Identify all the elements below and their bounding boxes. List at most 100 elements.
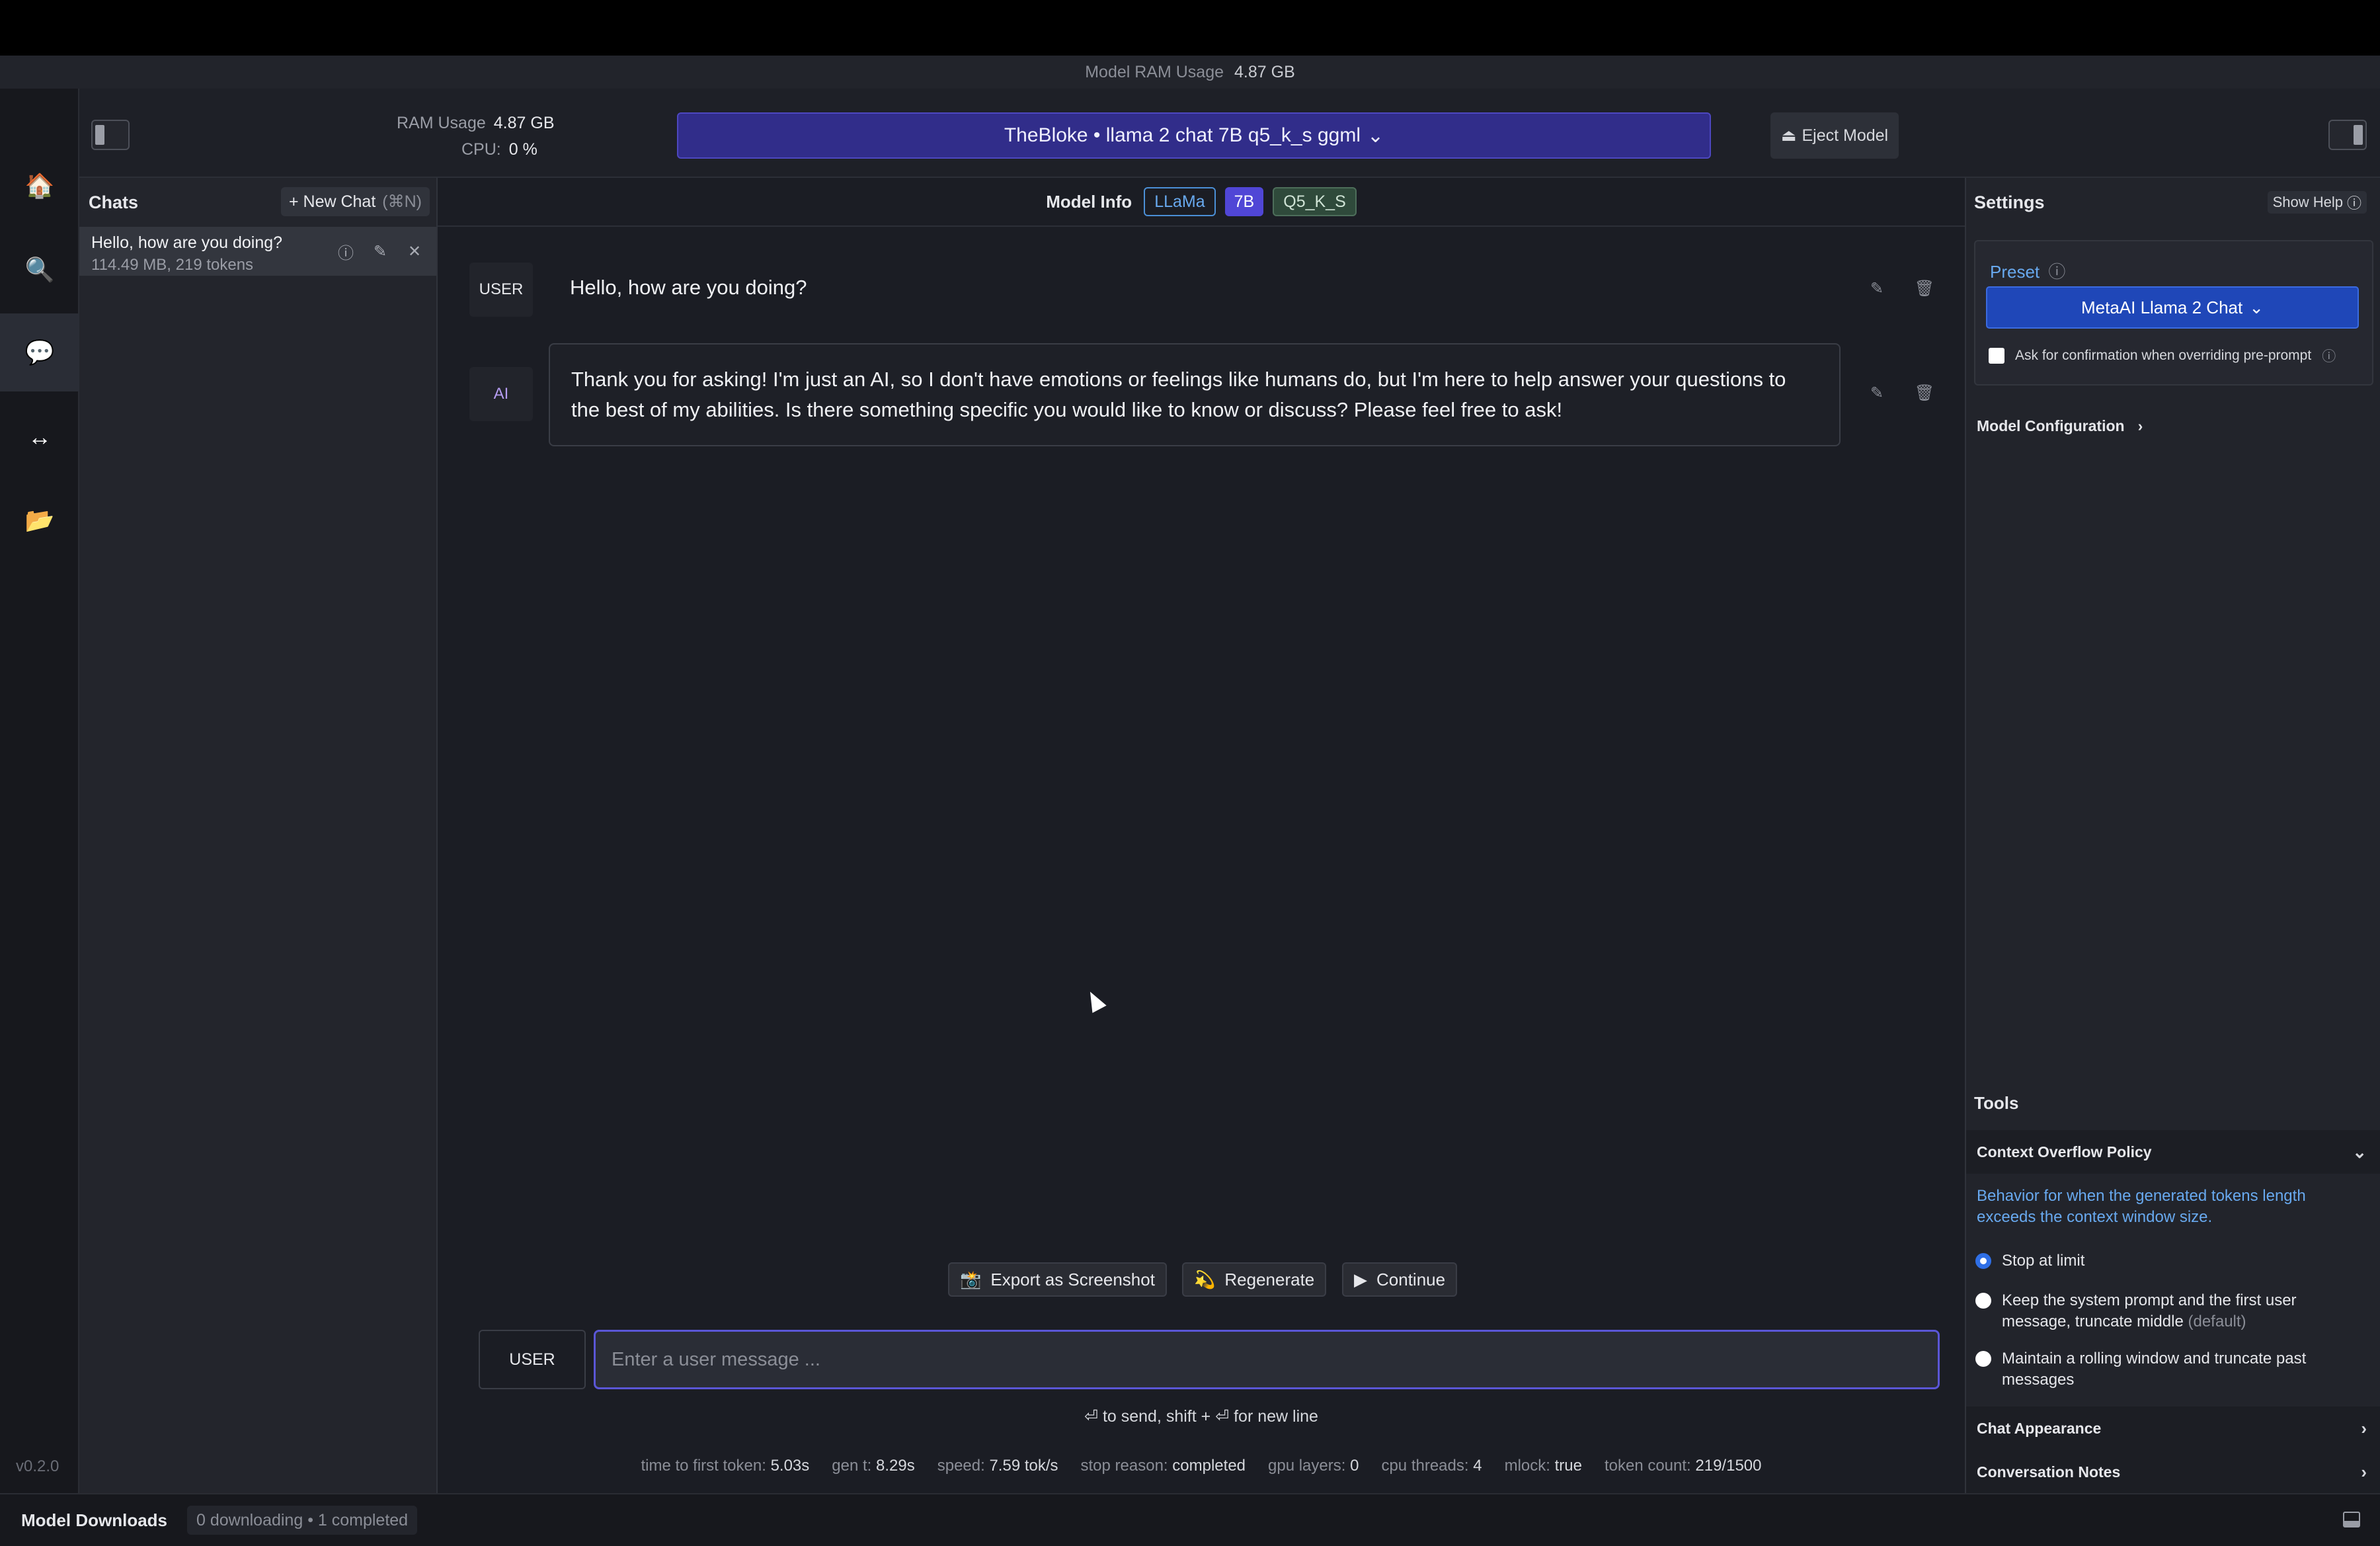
model-ram-label: Model RAM Usage xyxy=(1085,62,1224,81)
chat-appearance-label: Chat Appearance xyxy=(1977,1419,2102,1437)
stat-token-count: token count: 219/1500 xyxy=(1604,1457,1762,1475)
chat-item-meta: 114.49 MB, 219 tokens xyxy=(91,256,254,274)
user-message: Hello, how are you doing? xyxy=(570,276,807,299)
model-arch-tag: LLaMa xyxy=(1144,187,1216,216)
option-label: Keep the system prompt and the first use… xyxy=(2002,1291,2297,1330)
delete-message-icon[interactable]: 🗑 xyxy=(1913,277,1936,300)
ram-usage-label: RAM Usage xyxy=(397,113,486,132)
settings-sidebar: Settings Show Help ⓘ Preset ⓘ MetaAI Lla… xyxy=(1965,178,2380,1494)
stat-gen-time: gen t: 8.29s xyxy=(832,1457,915,1475)
help-icon: ⓘ xyxy=(2346,195,2361,212)
generation-stats: time to first token: 5.03s gen t: 8.29s … xyxy=(438,1457,1965,1475)
window-top-bar xyxy=(0,0,2380,56)
radio-button[interactable] xyxy=(1975,1293,1991,1309)
preset-selector[interactable]: MetaAI Llama 2 Chat ⌄ xyxy=(1986,286,2359,329)
ai-role-label[interactable]: AI xyxy=(469,367,533,421)
model-configuration-section[interactable]: Model Configuration › xyxy=(1966,404,2164,448)
conversation-notes-section[interactable]: Conversation Notes › xyxy=(1966,1450,2380,1494)
chat-icon[interactable]: 💬 xyxy=(0,313,79,391)
folder-icon[interactable]: 📂 xyxy=(0,481,79,559)
home-icon[interactable]: 🏠 xyxy=(0,147,79,225)
preset-label: Preset ⓘ xyxy=(1990,262,2066,282)
stat-mlock: mlock: true xyxy=(1504,1457,1582,1475)
cpu-label: CPU: xyxy=(461,140,501,159)
edit-icon[interactable]: ✎ xyxy=(370,241,390,261)
toggle-left-sidebar-icon[interactable] xyxy=(91,120,130,150)
model-downloads-title: Model Downloads xyxy=(21,1510,167,1530)
user-role-label[interactable]: USER xyxy=(469,263,533,317)
delete-message-icon[interactable]: 🗑 xyxy=(1913,382,1936,404)
export-screenshot-button[interactable]: 📸 Export as Screenshot xyxy=(948,1262,1167,1297)
new-chat-label: + New Chat xyxy=(288,192,376,211)
ai-message: Thank you for asking! I'm just an AI, so… xyxy=(549,343,1841,446)
ram-usage-value: 4.87 GB xyxy=(493,113,555,132)
overflow-option-stop[interactable]: Stop at limit xyxy=(1975,1250,2365,1272)
resource-stats: RAM Usage 4.87 GB CPU: 0 % xyxy=(397,110,595,163)
chat-list-item[interactable]: Hello, how are you doing? 114.49 MB, 219… xyxy=(79,227,436,276)
camera-icon: 📸 xyxy=(960,1269,982,1289)
stat-ttft: time to first token: 5.03s xyxy=(641,1457,810,1475)
chat-item-title: Hello, how are you doing? xyxy=(91,233,283,252)
search-icon[interactable]: 🔍 xyxy=(0,231,79,309)
radio-button[interactable] xyxy=(1975,1351,1991,1367)
info-icon[interactable]: ⓘ xyxy=(2322,346,2336,366)
export-label: Export as Screenshot xyxy=(990,1269,1155,1289)
eject-model-button[interactable]: ⏏ Eject Model xyxy=(1770,112,1899,159)
stat-speed: speed: 7.59 tok/s xyxy=(937,1457,1058,1475)
model-info-bar: Model Info LLaMa 7B Q5_K_S xyxy=(438,178,1965,227)
context-overflow-title: Context Overflow Policy xyxy=(1977,1143,2152,1160)
transfer-icon[interactable]: ↔ xyxy=(0,398,79,476)
eject-icon: ⏏ xyxy=(1780,126,1797,145)
sparkle-icon: 💫 xyxy=(1194,1269,1216,1289)
info-icon[interactable]: ⓘ xyxy=(2048,262,2065,282)
preset-value: MetaAI Llama 2 Chat xyxy=(2081,297,2243,317)
eject-model-label: Eject Model xyxy=(1802,126,1889,145)
model-selector[interactable]: TheBloke • llama 2 chat 7B q5_k_s ggml ⌄ xyxy=(677,112,1711,159)
model-downloads-bar[interactable]: Model Downloads 0 downloading • 1 comple… xyxy=(0,1493,2380,1546)
chat-appearance-section[interactable]: Chat Appearance › xyxy=(1966,1406,2380,1450)
panel-toggle-icon[interactable] xyxy=(2343,1512,2360,1527)
composer-role-button[interactable]: USER xyxy=(479,1330,586,1389)
regenerate-label: Regenerate xyxy=(1224,1269,1315,1289)
chevron-right-icon: › xyxy=(2361,1418,2367,1438)
tools-label: Tools xyxy=(1974,1093,2019,1113)
continue-button[interactable]: ▶ Continue xyxy=(1342,1262,1458,1297)
model-size-tag: 7B xyxy=(1224,187,1264,216)
chevron-right-icon: › xyxy=(2137,417,2143,434)
cpu-value: 0 % xyxy=(508,140,537,159)
new-chat-button[interactable]: + New Chat (⌘N) xyxy=(280,187,430,216)
preset-card: Preset ⓘ MetaAI Llama 2 Chat ⌄ Ask for c… xyxy=(1974,240,2373,386)
send-hint: ⏎ to send, shift + ⏎ for new line xyxy=(1084,1407,1318,1426)
confirm-override-label: Ask for confirmation when overriding pre… xyxy=(2015,348,2312,363)
radio-button[interactable] xyxy=(1975,1253,1991,1269)
model-ram-value: 4.87 GB xyxy=(1234,62,1295,81)
chats-sidebar: Chats + New Chat (⌘N) Hello, how are you… xyxy=(79,178,438,1493)
icon-rail: 🏠 🔍 💬 ↔ 📂 v0.2.0 xyxy=(0,89,79,1493)
conversation-notes-label: Conversation Notes xyxy=(1977,1463,2121,1481)
close-icon[interactable]: ✕ xyxy=(405,241,424,261)
chevron-down-icon: ⌄ xyxy=(2352,1141,2367,1162)
context-overflow-section[interactable]: Context Overflow Policy ⌄ xyxy=(1966,1130,2380,1174)
model-selector-label: TheBloke • llama 2 chat 7B q5_k_s ggml xyxy=(1004,124,1361,146)
info-icon[interactable]: ⓘ xyxy=(336,241,356,263)
toggle-right-sidebar-icon[interactable] xyxy=(2328,120,2367,150)
show-help-button[interactable]: Show Help ⓘ xyxy=(2267,191,2367,214)
edit-message-icon[interactable]: ✎ xyxy=(1866,382,1888,404)
model-quant-tag: Q5_K_S xyxy=(1273,187,1357,216)
regenerate-button[interactable]: 💫 Regenerate xyxy=(1182,1262,1327,1297)
stat-cpu-threads: cpu threads: 4 xyxy=(1381,1457,1482,1475)
continue-label: Continue xyxy=(1376,1269,1446,1289)
chats-title: Chats xyxy=(89,192,139,212)
confirm-override-checkbox[interactable] xyxy=(1989,348,2004,364)
chevron-down-icon: ⌄ xyxy=(1367,124,1384,147)
overflow-option-rolling-window[interactable]: Maintain a rolling window and truncate p… xyxy=(1975,1348,2365,1391)
overflow-option-truncate-middle[interactable]: Keep the system prompt and the first use… xyxy=(1975,1290,2365,1332)
model-config-label: Model Configuration xyxy=(1977,417,2125,434)
confirm-override-row: Ask for confirmation when overriding pre… xyxy=(1989,346,2336,366)
edit-message-icon[interactable]: ✎ xyxy=(1866,277,1888,300)
chat-main: Model Info LLaMa 7B Q5_K_S USER Hello, h… xyxy=(438,178,1965,1493)
new-chat-shortcut: (⌘N) xyxy=(382,192,422,211)
chevron-down-icon: ⌄ xyxy=(2249,297,2264,317)
message-input[interactable] xyxy=(594,1330,1940,1389)
chevron-right-icon: › xyxy=(2361,1461,2367,1482)
